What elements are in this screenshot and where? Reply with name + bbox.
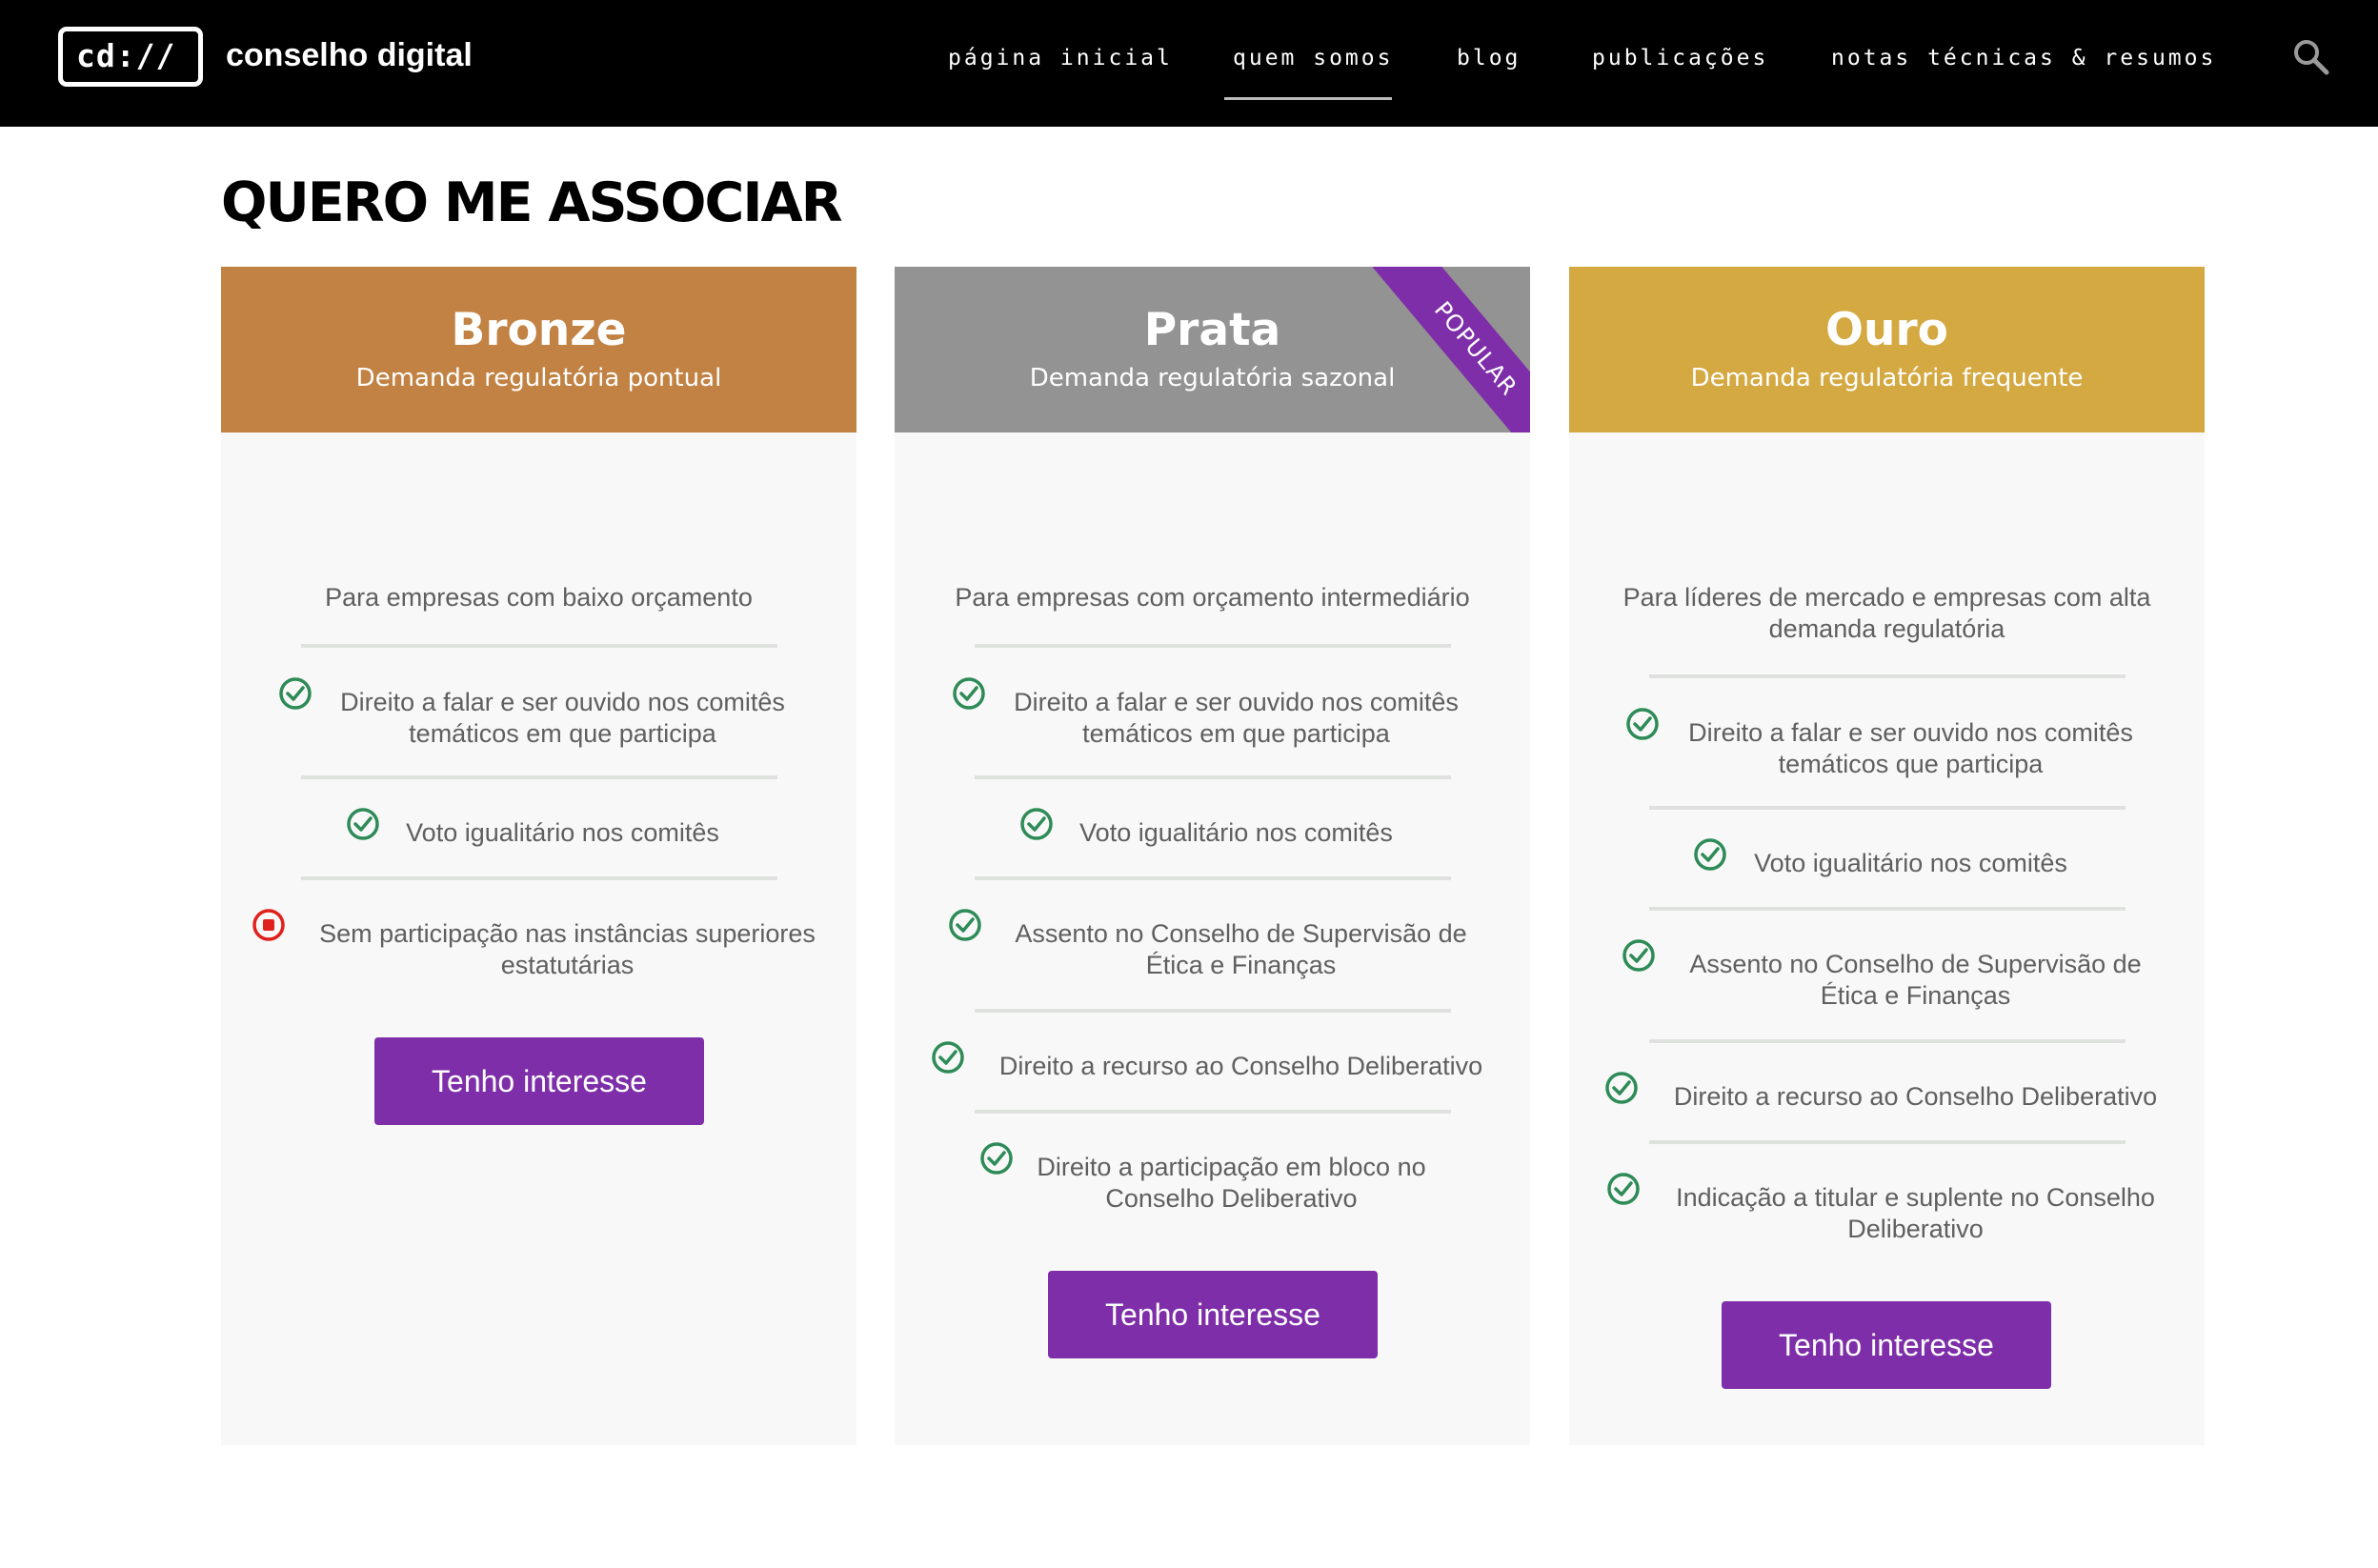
divider — [975, 1009, 1451, 1013]
plan-card-prata: Prata Demanda regulatória sazonal POPULA… — [895, 267, 1530, 1445]
plan-name: Ouro — [1825, 304, 1948, 356]
feature-item: Assento no Conselho de Supervisão de Éti… — [1015, 919, 1467, 979]
plan-intro: Para líderes de mercado e empresas com a… — [1622, 583, 2151, 643]
divider — [1649, 674, 2126, 678]
feature-item: Direito a recurso ao Conselho Deliberati… — [1673, 1082, 2158, 1111]
active-nav-indicator — [1224, 97, 1392, 100]
interest-button[interactable]: Tenho interesse — [1048, 1271, 1378, 1358]
logo-mark[interactable]: cd:// — [58, 27, 203, 87]
plan-header-bronze: Bronze Demanda regulatória pontual — [221, 267, 856, 432]
plan-card-bronze: Bronze Demanda regulatória pontual Para … — [221, 267, 856, 1445]
divider — [1649, 907, 2126, 911]
feature-item: Direito a falar e ser ouvido nos comitês… — [340, 688, 785, 748]
search-icon[interactable] — [2292, 38, 2330, 76]
divider — [301, 644, 777, 648]
popular-ribbon: POPULAR — [1363, 267, 1530, 432]
nav-item-blog[interactable]: blog — [1457, 42, 1521, 74]
plan-subtitle: Demanda regulatória frequente — [1690, 364, 2084, 392]
top-navigation-bar: cd:// conselho digital página inicial qu… — [0, 0, 2378, 127]
nav-item-pagina-inicial[interactable]: página inicial — [948, 42, 1173, 74]
interest-button[interactable]: Tenho interesse — [1722, 1301, 2051, 1389]
feature-item: Sem participação nas instâncias superior… — [319, 919, 816, 979]
divider — [975, 775, 1451, 779]
plan-name: Bronze — [451, 304, 627, 356]
feature-item: Assento no Conselho de Supervisão de Éti… — [1689, 950, 2142, 1010]
divider — [975, 1110, 1451, 1114]
logo-text[interactable]: conselho digital — [226, 32, 473, 78]
plan-intro: Para empresas com orçamento intermediári… — [955, 583, 1470, 612]
divider — [1649, 1140, 2126, 1144]
feature-item: Direito a falar e ser ouvido nos comitês… — [1688, 718, 2133, 778]
feature-item: Voto igualitário nos comitês — [406, 818, 719, 847]
plan-card-ouro: Ouro Demanda regulatória frequente Para … — [1569, 267, 2205, 1445]
nav-item-publicacoes[interactable]: publicações — [1592, 42, 1768, 74]
feature-item: Voto igualitário nos comitês — [1754, 849, 2067, 877]
divider — [975, 644, 1451, 648]
page-title: QUERO ME ASSOCIAR — [221, 171, 843, 234]
feature-item: Voto igualitário nos comitês — [1079, 818, 1393, 847]
plan-header-ouro: Ouro Demanda regulatória frequente — [1569, 267, 2205, 432]
nav-item-notas-tecnicas[interactable]: notas técnicas & resumos — [1831, 42, 2216, 74]
plan-intro: Para empresas com baixo orçamento — [325, 583, 753, 612]
divider — [301, 876, 777, 880]
interest-button[interactable]: Tenho interesse — [374, 1037, 704, 1125]
divider — [1649, 1039, 2126, 1043]
feature-item: Indicação a titular e suplente no Consel… — [1676, 1183, 2155, 1243]
feature-item: Direito a recurso ao Conselho Deliberati… — [998, 1052, 1483, 1080]
nav-item-quem-somos[interactable]: quem somos — [1233, 42, 1393, 74]
plan-subtitle: Demanda regulatória pontual — [355, 364, 722, 392]
divider — [1649, 806, 2126, 810]
divider — [301, 775, 777, 779]
divider — [975, 876, 1451, 880]
feature-item: Direito a participação em bloco no Conse… — [1037, 1153, 1426, 1213]
popular-ribbon-wrap: POPULAR — [895, 267, 1530, 432]
plan-header-prata: Prata Demanda regulatória sazonal POPULA… — [895, 267, 1530, 432]
feature-item: Direito a falar e ser ouvido nos comitês… — [1014, 688, 1459, 748]
ribbon-label: POPULAR — [1428, 296, 1523, 401]
